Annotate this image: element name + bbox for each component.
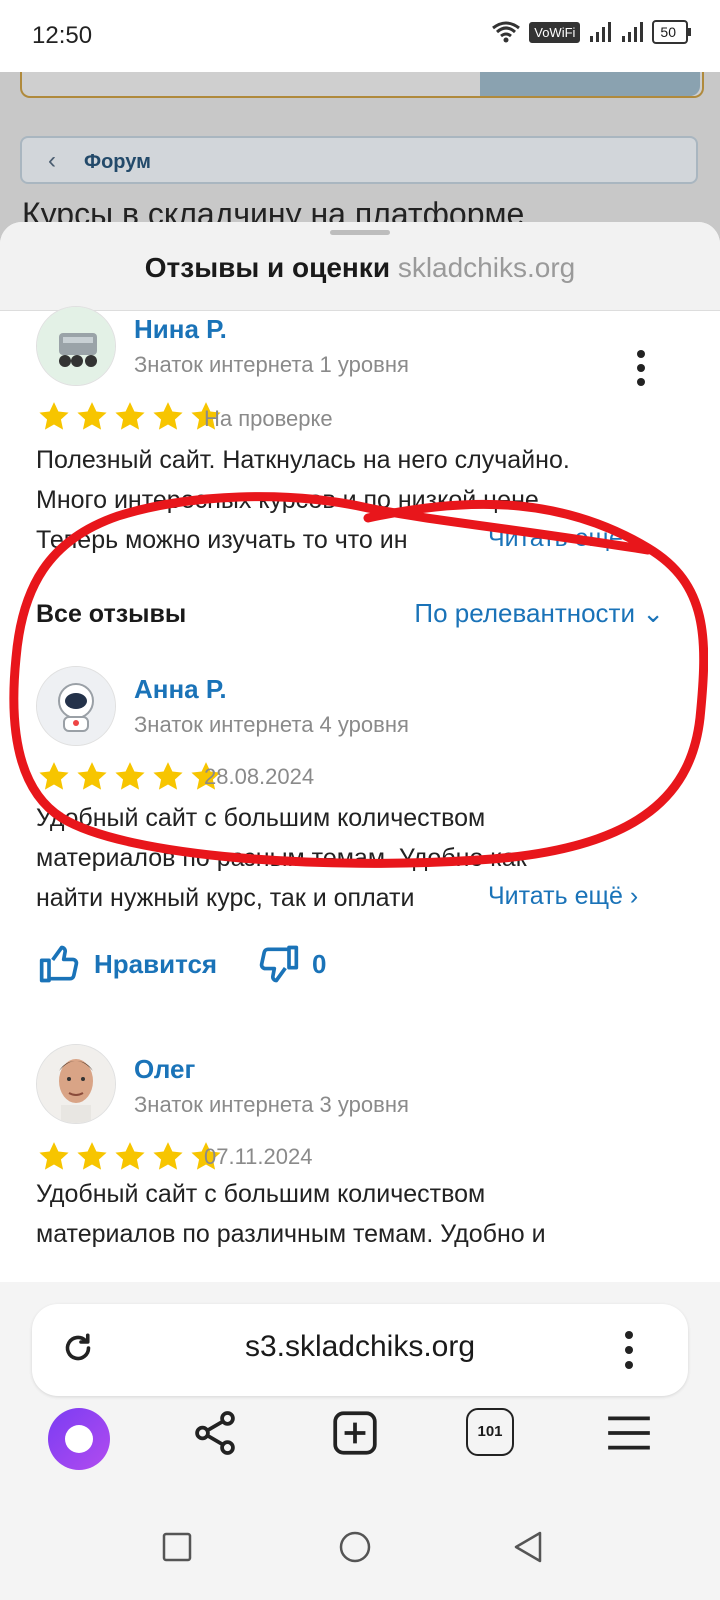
chevron-left-icon: ‹ <box>48 147 56 174</box>
star-icon <box>39 1142 69 1170</box>
hamburger-menu-icon[interactable] <box>604 1408 654 1458</box>
review-text-line: Полезный сайт. Наткнулась на него случай… <box>36 446 570 474</box>
alice-assistant-icon[interactable] <box>48 1408 110 1470</box>
status-time: 12:50 <box>32 22 93 49</box>
review-text-line: материалов по различным темам. Удобно и <box>36 1220 546 1248</box>
read-more-link[interactable]: Читать ещё › <box>480 876 639 916</box>
vowifi-badge: VoWiFi <box>529 21 581 43</box>
review-text-line: Удобный сайт с большим количеством <box>36 1180 486 1208</box>
signal-icon-2 <box>622 22 644 42</box>
reviews-sheet: Отзывы и оценки skladchiks.org Нина Р. З… <box>0 222 720 1282</box>
dislike-button[interactable]: 0 <box>256 942 326 986</box>
thumbs-down-icon <box>259 945 299 983</box>
drag-handle[interactable] <box>330 230 390 235</box>
sheet-title: Отзывы и оценки skladchiks.org <box>0 252 720 284</box>
more-options-icon[interactable] <box>626 348 656 388</box>
forum-label: Форум <box>84 151 151 173</box>
star-icon <box>153 1142 183 1170</box>
rating-stars <box>36 1140 224 1174</box>
review-text: Удобный сайт с большим количеством матер… <box>36 1174 676 1254</box>
share-icon[interactable] <box>190 1408 240 1458</box>
sheet-title-main: Отзывы и оценки <box>144 252 391 283</box>
sheet-title-site: skladchiks.org <box>397 252 576 283</box>
home-icon[interactable] <box>338 1530 372 1564</box>
signal-icon <box>590 22 612 42</box>
system-navigation-bar <box>0 1490 720 1600</box>
like-button[interactable]: Нравится <box>38 942 217 986</box>
star-icon <box>77 1142 107 1170</box>
like-label: Нравится <box>94 948 218 979</box>
thumbs-up-icon <box>39 945 79 983</box>
star-icon <box>77 402 107 430</box>
star-icon <box>153 402 183 430</box>
star-icon <box>39 402 69 430</box>
text-fade <box>418 878 488 918</box>
recent-apps-icon[interactable] <box>162 1532 192 1562</box>
sheet-header: Отзывы и оценки skladchiks.org <box>0 222 720 311</box>
wifi-icon <box>492 21 521 43</box>
forum-back-button[interactable]: ‹ Форум <box>20 136 698 184</box>
review-date: 07.11.2024 <box>204 1144 313 1169</box>
dislike-count: 0 <box>312 948 327 979</box>
star-icon <box>115 402 145 430</box>
battery-icon: 50 <box>652 20 691 44</box>
rating-stars <box>36 400 224 434</box>
url-text[interactable]: s3.skladchiks.org <box>32 1330 688 1364</box>
tabs-counter[interactable]: 101 <box>466 1408 514 1456</box>
status-bar: 12:50 VoWiFi 50 <box>0 0 720 72</box>
avatar[interactable] <box>36 306 116 386</box>
red-highlight-annotation <box>9 492 708 868</box>
robot-avatar-icon <box>37 307 115 385</box>
reviewer-name[interactable]: Олег <box>134 1054 195 1085</box>
reviewer-name[interactable]: Нина Р. <box>134 314 227 345</box>
status-icons: VoWiFi 50 <box>491 20 691 44</box>
reviewer-level: Знаток интернета 3 уровня <box>134 1092 409 1117</box>
star-icon <box>115 1142 145 1170</box>
address-bar[interactable]: s3.skladchiks.org <box>32 1304 688 1396</box>
user-photo-avatar <box>37 1045 115 1123</box>
avatar[interactable] <box>36 1044 116 1124</box>
reviewer-level: Знаток интернета 1 уровня <box>134 352 409 377</box>
kebab-menu-icon[interactable] <box>614 1328 644 1372</box>
back-icon[interactable] <box>512 1530 544 1564</box>
new-tab-icon[interactable] <box>330 1408 380 1458</box>
review-status: На проверке <box>204 406 333 431</box>
background-banner-image <box>480 72 700 96</box>
